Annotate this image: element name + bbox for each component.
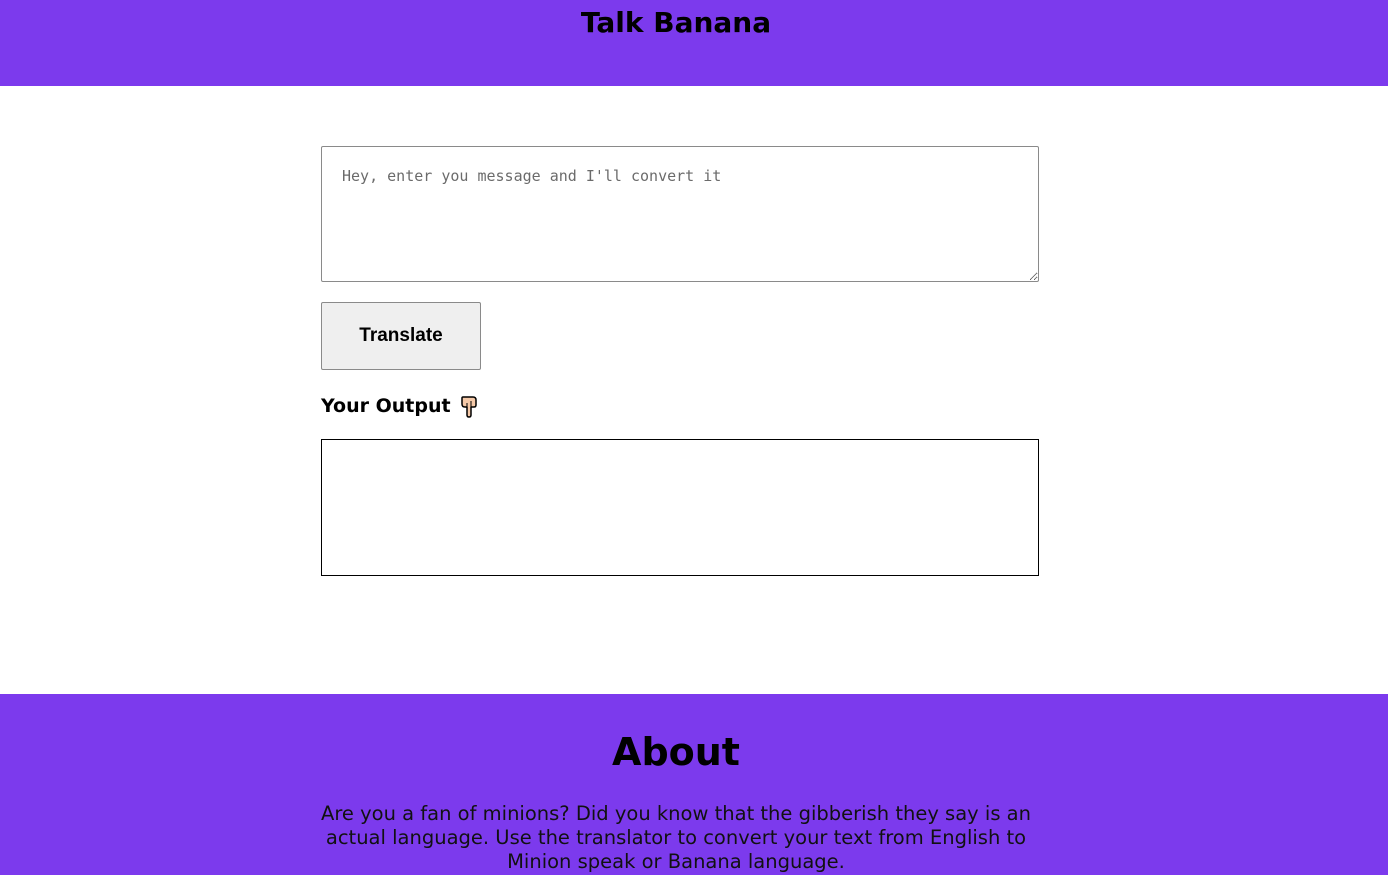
translation-output <box>321 439 1039 576</box>
output-heading: Your Output <box>321 394 1039 418</box>
output-label: Your Output <box>321 395 451 417</box>
about-section: About Are you a fan of minions? Did you … <box>0 694 1388 875</box>
translator-section: Translate Your Output <box>321 146 1039 576</box>
backhand-index-pointing-down-icon <box>459 394 479 418</box>
app-root: Talk Banana Translate Your Output About … <box>0 0 1388 875</box>
about-text: Are you a fan of minions? Did you know t… <box>321 802 1031 873</box>
site-header: Talk Banana <box>0 0 1388 86</box>
about-title: About <box>612 730 740 774</box>
site-title: Talk Banana <box>580 6 772 39</box>
message-input[interactable] <box>321 146 1039 282</box>
translate-button[interactable]: Translate <box>321 302 481 370</box>
